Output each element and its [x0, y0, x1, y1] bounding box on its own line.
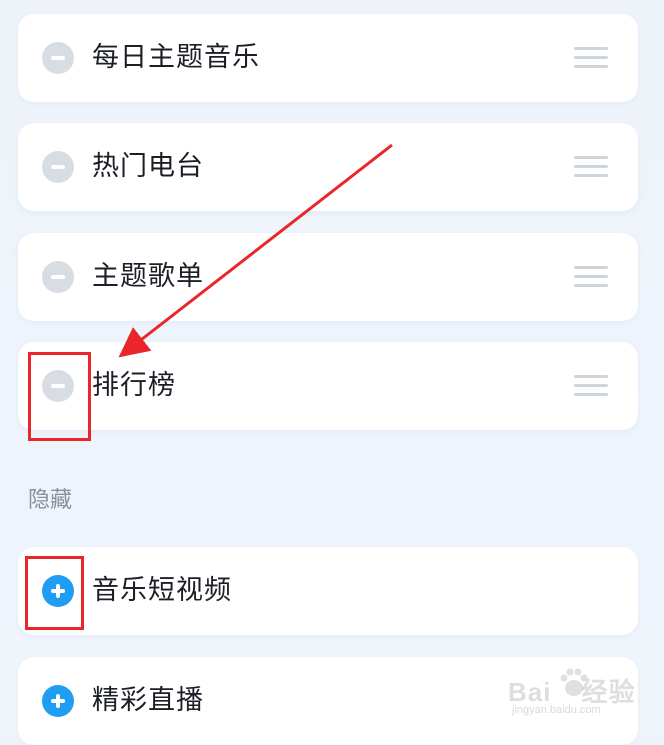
drag-handle-icon[interactable]: [574, 47, 608, 69]
add-button[interactable]: [42, 575, 74, 607]
list-item-音乐短视频: 音乐短视频: [18, 547, 638, 635]
remove-button[interactable]: [42, 261, 74, 293]
remove-button[interactable]: [42, 370, 74, 402]
list-item-label: 排行榜: [92, 370, 176, 401]
list-item-label: 热门电台: [92, 151, 204, 182]
minus-circle-icon: [51, 56, 65, 60]
list-item-主题歌单: 主题歌单: [18, 233, 638, 321]
drag-handle-icon[interactable]: [574, 156, 608, 178]
list-item-label: 每日主题音乐: [92, 42, 260, 73]
list-item-label: 主题歌单: [92, 261, 204, 292]
remove-button[interactable]: [42, 151, 74, 183]
minus-circle-icon: [51, 165, 65, 169]
hidden-section-header: 隐藏: [28, 488, 73, 513]
list-item-label: 精彩直播: [92, 685, 204, 716]
list-item-每日主题音乐: 每日主题音乐: [18, 14, 638, 102]
drag-handle-icon[interactable]: [574, 266, 608, 288]
list-item-排行榜: 排行榜: [18, 342, 638, 430]
add-button[interactable]: [42, 685, 74, 717]
drag-handle-icon[interactable]: [574, 375, 608, 397]
list-item-label: 音乐短视频: [92, 575, 232, 606]
remove-button[interactable]: [42, 42, 74, 74]
minus-circle-icon: [51, 384, 65, 388]
list-item-热门电台: 热门电台: [18, 123, 638, 211]
minus-circle-icon: [51, 275, 65, 279]
list-item-精彩直播: 精彩直播: [18, 657, 638, 745]
